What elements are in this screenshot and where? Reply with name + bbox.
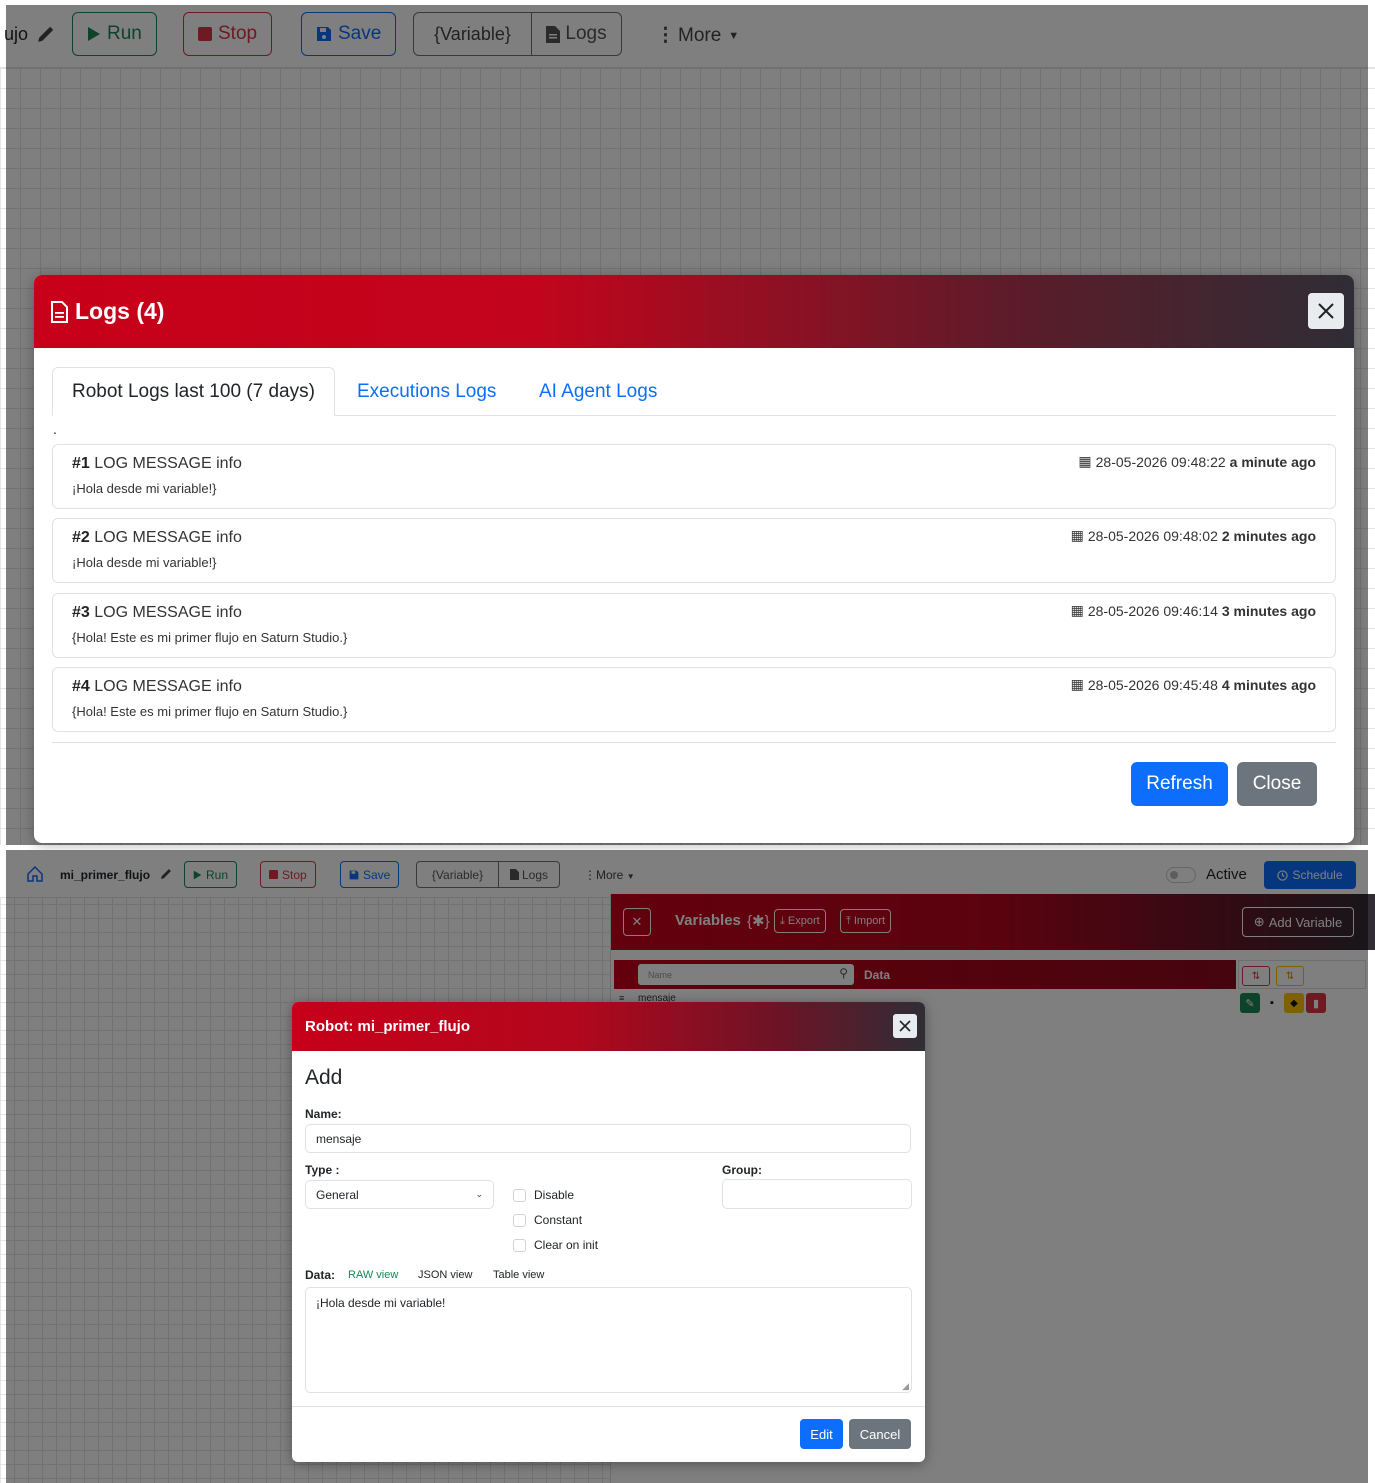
log-message: ¡Hola desde mi variable!} [72, 481, 217, 496]
log-date: 28-05-2026 09:46:14 [1087, 602, 1218, 619]
logs-modal-title: Logs (4) [75, 298, 165, 324]
type-select[interactable]: General ⌄ [305, 1180, 494, 1209]
log-entry: #2 LOG MESSAGE info ¡Hola desde mi varia… [52, 518, 1336, 583]
close-icon[interactable] [1308, 293, 1344, 329]
refresh-button[interactable]: Refresh [1131, 762, 1228, 806]
chevron-down-icon: ⌄ [475, 1189, 483, 1199]
close-icon[interactable] [893, 1014, 917, 1038]
log-relative-time: 3 minutes ago [1221, 602, 1316, 619]
log-number: #4 [72, 678, 90, 695]
log-entry: #3 LOG MESSAGE info {Hola! Este es mi pr… [52, 593, 1336, 658]
log-relative-time: 4 minutes ago [1221, 676, 1316, 693]
data-textarea[interactable]: ¡Hola desde mi variable! ◢ [305, 1287, 912, 1393]
modal-title: Robot: mi_primer_flujo [305, 1018, 471, 1035]
tab-robot-logs[interactable]: Robot Logs last 100 (7 days) [52, 367, 335, 416]
logs-modal: Logs (4) Robot Logs last 100 (7 days) Ex… [34, 275, 1354, 843]
logs-tabs: Robot Logs last 100 (7 days) Executions … [52, 367, 1336, 416]
clear-on-init-checkbox[interactable]: Clear on init [513, 1238, 598, 1252]
log-title: LOG MESSAGE info [94, 678, 242, 695]
json-view-tab[interactable]: JSON view [418, 1269, 472, 1281]
log-relative-time: a minute ago [1229, 453, 1316, 470]
calendar-icon: ▦ [1070, 602, 1084, 618]
log-date: 28-05-2026 09:45:48 [1087, 676, 1218, 693]
calendar-icon: ▦ [1070, 527, 1084, 543]
modal-footer-divider [52, 742, 1336, 743]
log-number: #3 [72, 604, 90, 621]
add-variable-modal-header: Robot: mi_primer_flujo [292, 1002, 925, 1051]
cancel-button[interactable]: Cancel [849, 1419, 911, 1449]
group-input[interactable] [722, 1179, 912, 1209]
resize-handle-icon[interactable]: ◢ [902, 1381, 909, 1392]
log-title: LOG MESSAGE info [94, 455, 242, 472]
logs-modal-header: Logs (4) [34, 275, 1354, 348]
log-message: {Hola! Este es mi primer flujo en Saturn… [72, 704, 348, 719]
raw-view-tab[interactable]: RAW view [348, 1269, 398, 1281]
calendar-icon: ▦ [1078, 453, 1092, 469]
add-variable-modal: Robot: mi_primer_flujo Add Name: mensaje… [292, 1002, 925, 1462]
tab-executions-logs[interactable]: Executions Logs [357, 367, 496, 416]
group-label: Group: [722, 1163, 762, 1177]
log-title: LOG MESSAGE info [94, 529, 242, 546]
log-message: {Hola! Este es mi primer flujo en Saturn… [72, 630, 348, 645]
log-title: LOG MESSAGE info [94, 604, 242, 621]
log-entry: #4 LOG MESSAGE info {Hola! Este es mi pr… [52, 667, 1336, 732]
name-input[interactable]: mensaje [305, 1124, 911, 1153]
constant-checkbox[interactable]: Constant [513, 1213, 582, 1227]
form-heading: Add [305, 1066, 343, 1089]
tab-ai-agent-logs[interactable]: AI Agent Logs [539, 367, 657, 416]
modal-footer-divider [292, 1406, 925, 1407]
name-label: Name: [305, 1107, 342, 1121]
log-date: 28-05-2026 09:48:22 [1095, 453, 1226, 470]
data-label: Data: [305, 1268, 336, 1282]
close-button[interactable]: Close [1237, 762, 1317, 806]
tab-content-dot: . [53, 421, 57, 437]
log-date: 28-05-2026 09:48:02 [1087, 527, 1218, 544]
edit-button[interactable]: Edit [800, 1419, 843, 1449]
type-label: Type : [305, 1163, 340, 1177]
log-number: #2 [72, 529, 90, 546]
screen: ujo Run Stop Save {Variable} Logs ⋮ More [0, 0, 1375, 1483]
log-entry: #1 LOG MESSAGE info ¡Hola desde mi varia… [52, 444, 1336, 509]
table-view-tab[interactable]: Table view [493, 1269, 544, 1281]
log-number: #1 [72, 455, 90, 472]
calendar-icon: ▦ [1070, 676, 1084, 692]
log-relative-time: 2 minutes ago [1221, 527, 1316, 544]
disable-checkbox[interactable]: Disable [513, 1188, 574, 1202]
log-message: ¡Hola desde mi variable!} [72, 555, 217, 570]
file-text-icon [51, 300, 68, 323]
